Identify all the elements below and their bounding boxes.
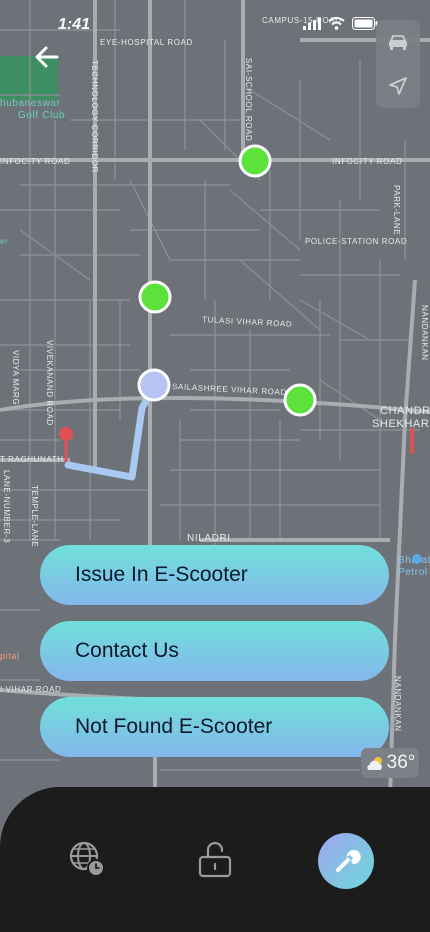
bottom-navigation xyxy=(0,787,430,932)
map-label-temple-lane: TEMPLE-LANE xyxy=(30,485,39,547)
scooter-marker[interactable] xyxy=(238,144,272,178)
back-button[interactable] xyxy=(30,40,64,74)
map-label-bharat-petrol-2: Petrol xyxy=(398,567,428,578)
globe-clock-icon xyxy=(69,841,105,877)
map-label-police-station-road: POLICE-STATION ROAD xyxy=(305,237,407,246)
recenter-button[interactable] xyxy=(376,64,420,108)
contact-us-button[interactable]: Contact Us xyxy=(40,621,389,681)
arrow-left-icon xyxy=(35,46,59,68)
map-label-chandrashekharpur-2: SHEKHARP xyxy=(372,418,430,430)
map-label-eye-hospital-road: EYE-HOSPITAL ROAD xyxy=(100,38,193,47)
map-label-niladri: NILADRI xyxy=(187,533,231,544)
map-label-infocity-road-left: INFOCITY ROAD xyxy=(0,157,70,166)
map-label-nandankan-bottom: NANDANKAN xyxy=(393,676,402,732)
unlock-icon xyxy=(198,841,232,878)
cellular-signal-icon xyxy=(303,17,321,30)
map-label-hospital: pital xyxy=(0,651,20,661)
map-controls xyxy=(376,20,420,108)
driving-mode-button[interactable] xyxy=(376,20,420,64)
nav-map-button[interactable] xyxy=(67,839,107,879)
map-label-nandankan-top: NANDANKAN xyxy=(420,305,429,361)
car-icon xyxy=(389,35,407,50)
temperature-text: 36° xyxy=(386,752,416,773)
not-found-e-scooter-button[interactable]: Not Found E-Scooter xyxy=(40,697,389,757)
partly-cloudy-icon xyxy=(366,757,382,770)
map-label-golf-club-2: Golf Club xyxy=(18,110,65,121)
map-label-technology-corridor: TECHNOLOGY CORRIDOR xyxy=(90,60,99,173)
map-label-vivekanand-road: VIVEKANAND ROAD xyxy=(45,340,54,426)
map-label-vidya-marg: VIDYA MARG xyxy=(11,350,20,405)
map-label-vihar-road: I VIHAR ROAD xyxy=(0,685,61,694)
traffic-segment xyxy=(410,428,414,454)
current-location-marker xyxy=(137,368,171,402)
issue-in-e-scooter-button[interactable]: Issue In E-Scooter xyxy=(40,545,389,605)
nav-support-button[interactable] xyxy=(318,833,374,889)
status-time: 1:41 xyxy=(58,16,91,33)
navigation-arrow-icon xyxy=(389,77,407,95)
map-label-sai-school-road: SAI-SCHOOL ROAD xyxy=(244,58,253,141)
map-label-chandrashekharpur: CHANDRA xyxy=(380,405,430,417)
scooter-marker[interactable] xyxy=(283,383,317,417)
wrench-icon xyxy=(336,850,361,872)
app-screen: CAMPUS-15 ROAD EYE-HOSPITAL ROAD TECHNOL… xyxy=(0,0,430,932)
nav-unlock-button[interactable] xyxy=(195,839,235,879)
map-label-lane-number-3: LANE-NUMBER-3 xyxy=(2,470,11,543)
map-label-golf-club: hubaneswar xyxy=(0,98,61,109)
map-label-infocity-road-right: INFOCITY ROAD xyxy=(332,157,402,166)
status-icons xyxy=(303,17,378,30)
scooter-marker[interactable] xyxy=(138,280,172,314)
petrol-poi-icon xyxy=(412,554,422,564)
battery-icon xyxy=(352,17,378,30)
wifi-icon xyxy=(328,17,345,30)
map-label-park-lane: PARK-LANE xyxy=(392,185,401,235)
weather-badge: 36° xyxy=(361,748,419,778)
map-label-raghunath: T RAGHUNATH xyxy=(0,455,64,464)
map-label-edge: er xyxy=(0,237,8,246)
